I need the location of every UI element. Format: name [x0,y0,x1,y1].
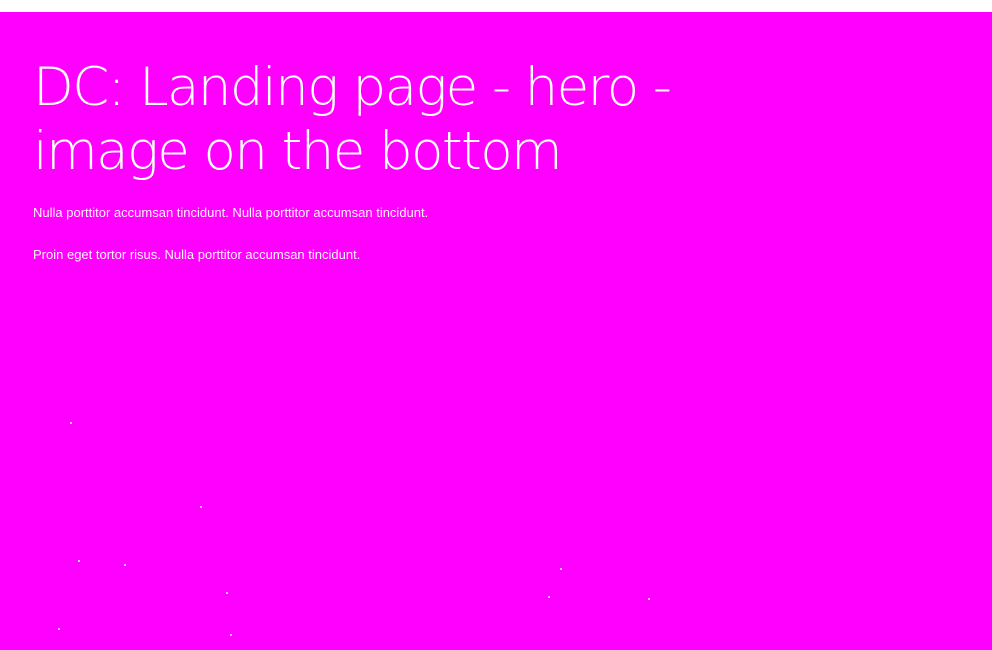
image-detail [200,506,202,508]
image-detail [78,560,80,562]
hero-image [0,392,992,650]
top-strip [0,0,992,12]
image-detail [58,628,60,630]
image-detail [124,564,126,566]
hero-section: DC: Landing page - hero - image on the b… [0,12,992,650]
image-detail [70,422,72,424]
hero-title-line-2: image on the bottom [33,121,563,182]
hero-paragraph-1: Nulla porttitor accumsan tincidunt. Null… [33,205,429,220]
image-detail [560,568,562,570]
image-detail [648,598,650,600]
hero-paragraph-2: Proin eget tortor risus. Nulla porttitor… [33,247,361,262]
hero-title-line-1: DC: Landing page - hero - [33,57,672,118]
image-detail [230,634,232,636]
image-detail [226,592,228,594]
hero-content: DC: Landing page - hero - image on the b… [33,56,793,264]
hero-title: DC: Landing page - hero - image on the b… [33,56,793,184]
image-detail [548,596,550,598]
